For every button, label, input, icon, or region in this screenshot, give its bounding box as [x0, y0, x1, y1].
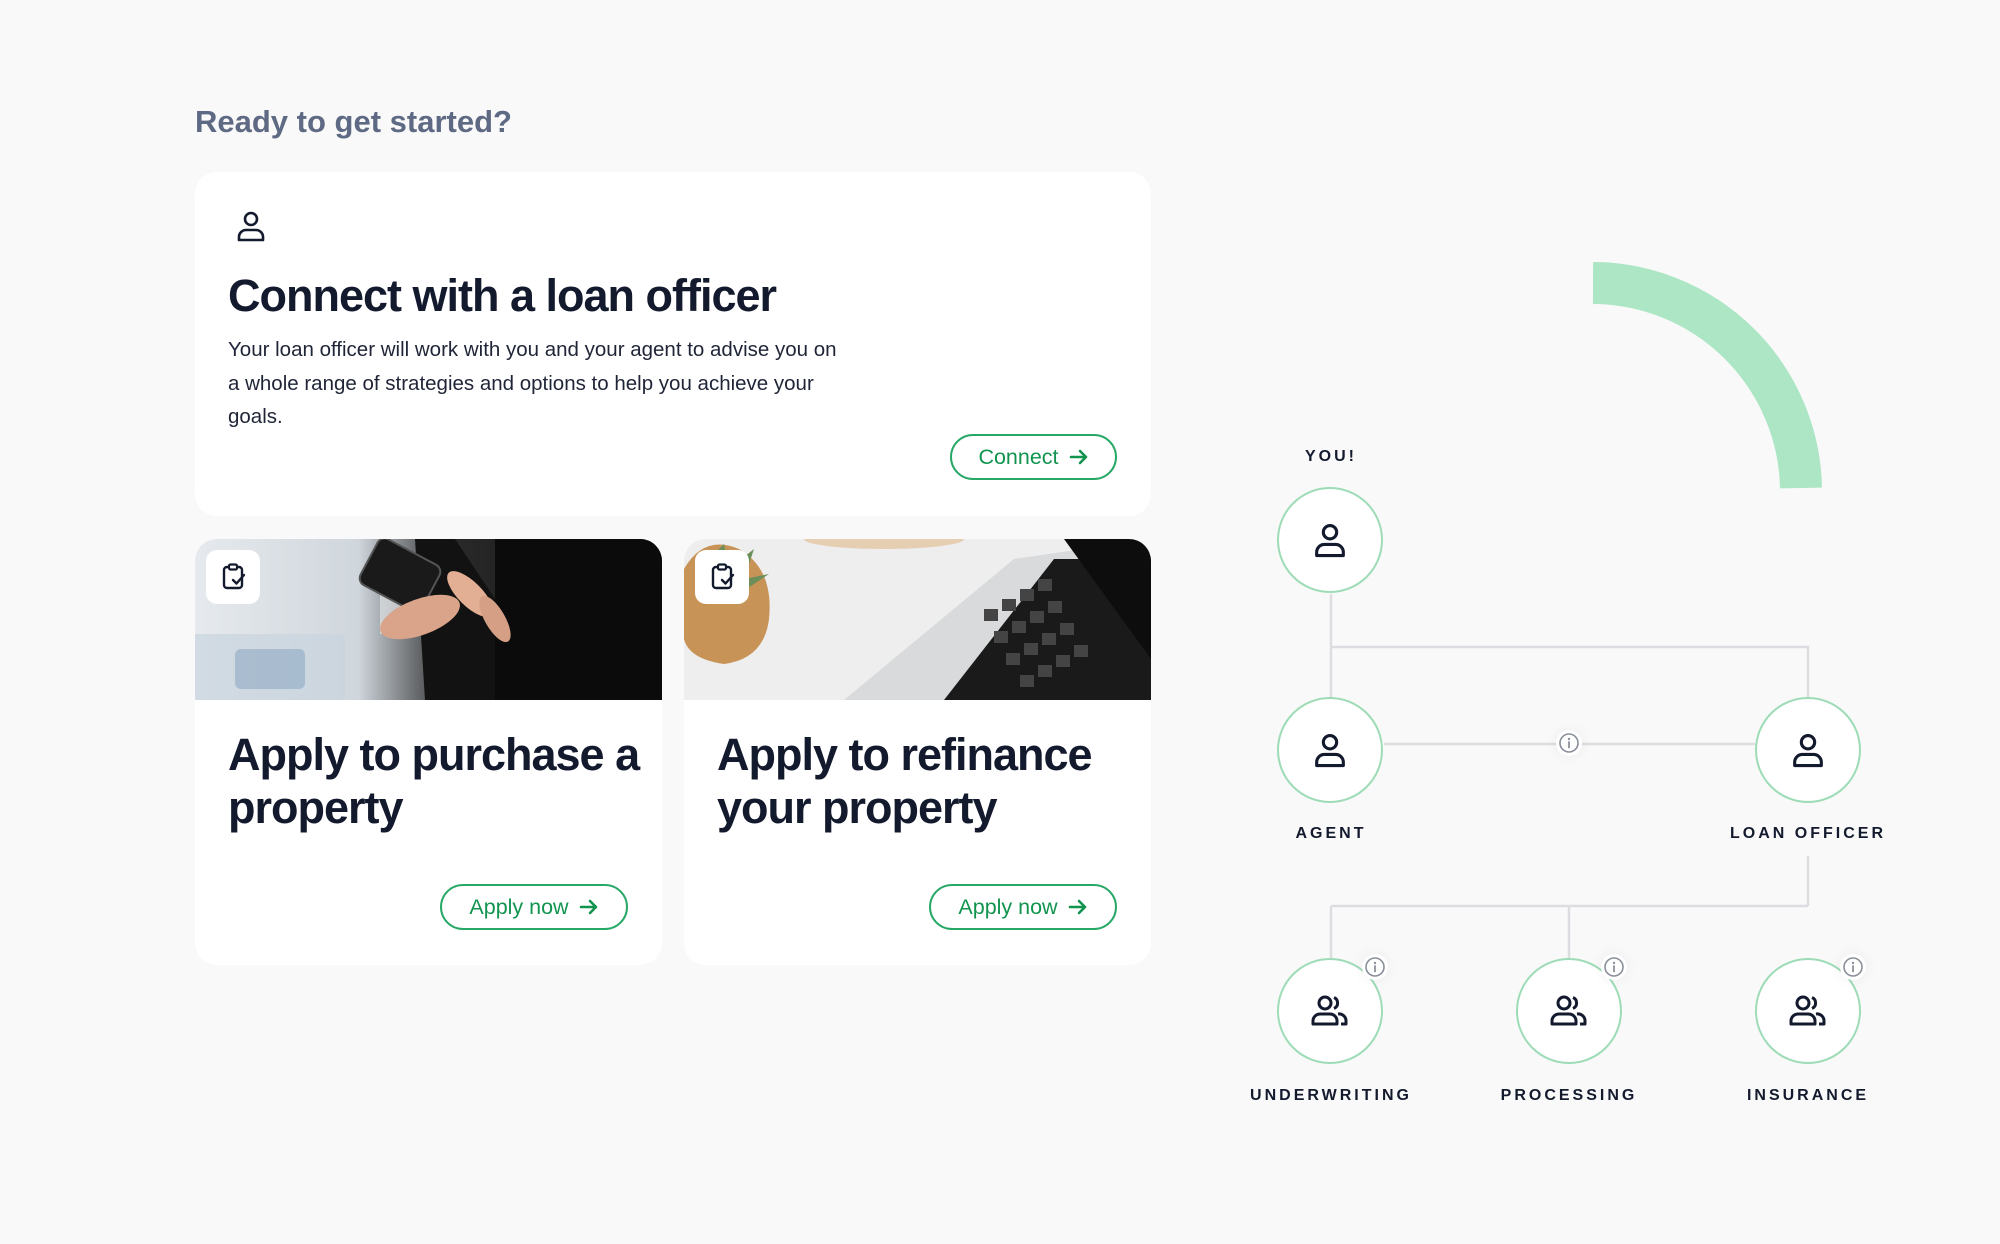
laptop-and-plant-photo	[684, 539, 1151, 700]
person-icon	[237, 211, 265, 242]
hands-holding-phone-photo	[195, 539, 662, 700]
agent-label: AGENT	[1295, 825, 1367, 842]
people-icon	[1789, 995, 1826, 1026]
people-icon	[1311, 995, 1348, 1026]
apply-now-refinance-button[interactable]: Apply now	[929, 884, 1117, 930]
apply-now-label: Apply now	[958, 894, 1058, 919]
connect-card-description: Your loan officer will work with you and…	[228, 338, 837, 428]
info-icon[interactable]	[1556, 730, 1582, 756]
clipboard-check-icon	[695, 550, 749, 604]
underwriting-label: UNDERWRITING	[1250, 1087, 1412, 1104]
insurance-label: INSURANCE	[1746, 1087, 1870, 1104]
person-icon	[1315, 524, 1345, 558]
you-node	[1277, 487, 1383, 593]
refinance-card-title: Apply to refinance your property	[717, 729, 1093, 833]
arrow-right-icon	[579, 899, 597, 915]
processing-label: PROCESSING	[1500, 1087, 1638, 1104]
connect-card-title: Connect with a loan officer	[228, 270, 777, 321]
person-icon	[1315, 734, 1345, 768]
purchase-card-title: Apply to purchase a property	[228, 729, 640, 833]
info-icon[interactable]	[1601, 954, 1627, 980]
loan-officer-node	[1755, 697, 1861, 803]
clipboard-check-icon	[206, 550, 260, 604]
info-icon[interactable]	[1362, 954, 1388, 980]
person-icon	[1793, 734, 1823, 768]
page-heading: Ready to get started?	[195, 104, 512, 139]
arrow-right-icon	[1068, 899, 1086, 915]
apply-now-purchase-button[interactable]: Apply now	[440, 884, 628, 930]
you-label: YOU!	[1305, 448, 1357, 465]
loan-officer-label: LOAN OFFICER	[1730, 825, 1886, 842]
info-icon[interactable]	[1840, 954, 1866, 980]
connect-button-label: Connect	[978, 444, 1059, 469]
apply-now-label: Apply now	[469, 894, 569, 919]
arrow-right-icon	[1069, 449, 1087, 465]
people-icon	[1550, 995, 1587, 1026]
agent-node	[1277, 697, 1383, 803]
connect-button[interactable]: Connect	[950, 434, 1117, 480]
